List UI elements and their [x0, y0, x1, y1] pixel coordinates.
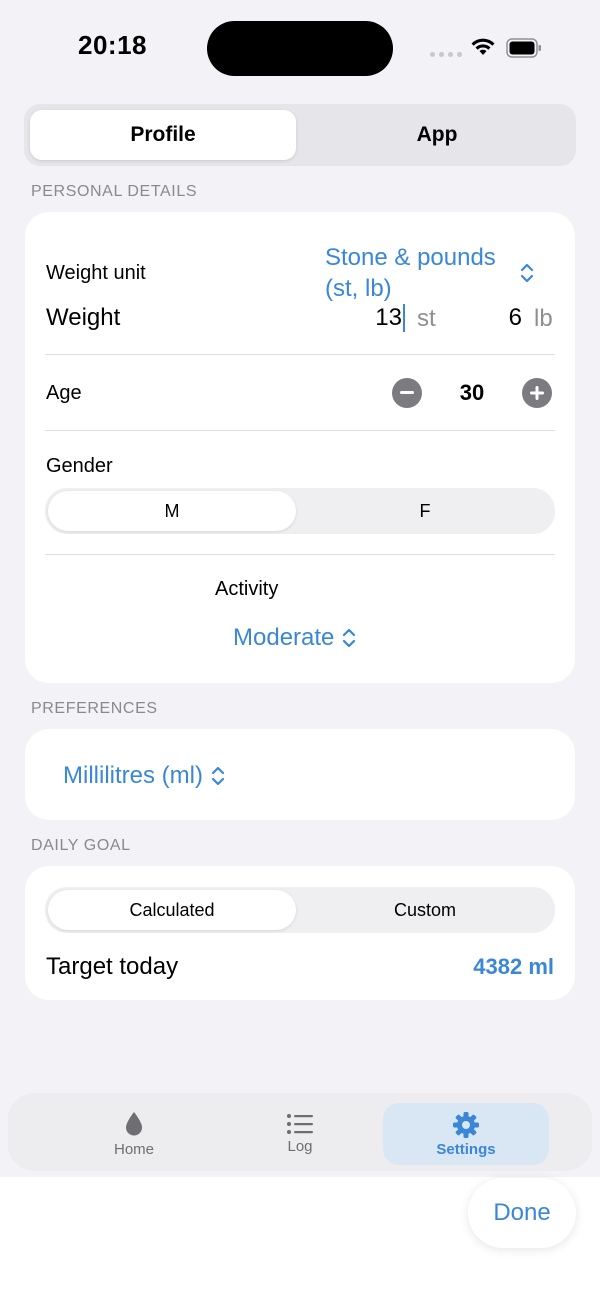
activity-picker[interactable]: Moderate — [233, 622, 356, 654]
tab-log-label: Log — [287, 1138, 313, 1155]
divider — [45, 554, 555, 555]
activity-label: Activity — [215, 578, 279, 600]
goal-option-custom[interactable]: Custom — [301, 890, 549, 930]
weight-label: Weight — [46, 304, 121, 331]
text-cursor — [403, 304, 405, 332]
activity-value: Moderate — [233, 624, 335, 651]
divider — [45, 430, 555, 431]
age-decrement-button[interactable] — [392, 378, 422, 408]
dynamic-island — [207, 21, 393, 76]
goal-mode-segment: Calculated Custom — [45, 887, 555, 933]
wifi-icon — [471, 38, 495, 55]
weight-unit-picker[interactable]: Stone & pounds (st, lb) — [325, 244, 550, 302]
weight-stone-input[interactable]: 13 — [360, 302, 405, 334]
target-today-label: Target today — [46, 953, 179, 980]
tab-home-label: Home — [113, 1140, 154, 1158]
weight-stone-value: 13 — [375, 304, 402, 331]
chevron-up-down-icon — [343, 628, 356, 648]
gender-option-f[interactable]: F — [301, 491, 549, 531]
gender-label: Gender — [46, 455, 113, 477]
gender-option-m[interactable]: M — [48, 491, 296, 531]
stone-unit-label: st — [417, 305, 436, 332]
age-label: Age — [46, 382, 82, 404]
divider — [45, 354, 555, 355]
done-button[interactable]: Done — [468, 1178, 576, 1248]
plus-icon — [530, 386, 544, 400]
weight-pounds-value: 6 — [508, 304, 522, 331]
tab-settings[interactable]: Settings — [383, 1103, 549, 1165]
personal-details-header: PERSONAL DETAILS — [31, 183, 198, 200]
weight-pounds-input[interactable]: 6 — [470, 302, 522, 334]
list-icon — [287, 1114, 313, 1134]
chevron-up-down-icon — [211, 766, 225, 786]
pound-unit-label: lb — [534, 305, 553, 332]
status-time: 20:18 — [78, 30, 147, 60]
minus-icon — [400, 391, 414, 394]
age-increment-button[interactable] — [522, 378, 552, 408]
volume-unit-picker[interactable]: Millilitres (ml) — [63, 760, 225, 792]
chevron-up-down-icon — [520, 263, 534, 283]
tab-settings-label: Settings — [436, 1140, 496, 1158]
tab-log[interactable]: Log — [217, 1103, 383, 1165]
drop-icon — [126, 1111, 142, 1135]
weight-unit-label: Weight unit — [46, 262, 146, 284]
daily-goal-header: DAILY GOAL — [31, 837, 131, 854]
weight-unit-value-line1: Stone & pounds — [325, 244, 496, 271]
volume-unit-value: Millilitres (ml) — [63, 762, 203, 789]
segment-app[interactable]: App — [304, 110, 570, 160]
age-value: 30 — [459, 380, 485, 405]
signal-dots-icon — [430, 52, 462, 57]
segment-profile[interactable]: Profile — [30, 110, 296, 160]
tab-home[interactable]: Home — [51, 1103, 217, 1165]
preferences-header: PREFERENCES — [31, 700, 158, 717]
profile-app-segment: Profile App — [24, 104, 576, 166]
battery-icon — [506, 38, 541, 58]
gear-icon — [453, 1111, 479, 1138]
weight-unit-value-line2: (st, lb) — [325, 275, 392, 302]
gender-segment: M F — [45, 488, 555, 534]
target-today-value: 4382 ml — [473, 954, 554, 979]
goal-option-calculated[interactable]: Calculated — [48, 890, 296, 930]
